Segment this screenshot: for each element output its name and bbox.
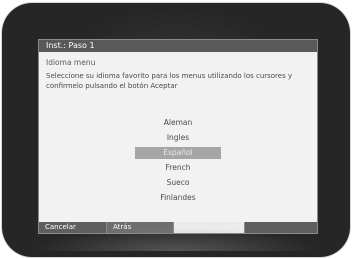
language-option-finlandes[interactable]: Finlandes [135, 192, 221, 204]
tv-screen-photo: Inst.: Paso 1 Idioma menu Seleccione su … [2, 3, 350, 257]
back-button[interactable]: Atrás [107, 222, 174, 233]
unlabeled-button-light[interactable] [174, 222, 245, 233]
language-option-aleman[interactable]: Aleman [135, 117, 221, 129]
section-title: Idioma menu [46, 58, 96, 67]
language-option-ingles[interactable]: Ingles [135, 132, 221, 144]
cancel-button[interactable]: Cancelar [39, 222, 107, 233]
language-option-sueco[interactable]: Sueco [135, 177, 221, 189]
language-option-espanol[interactable]: Español [135, 147, 221, 159]
window-title: Inst.: Paso 1 [39, 40, 317, 52]
setup-dialog: Inst.: Paso 1 Idioma menu Seleccione su … [38, 39, 318, 234]
language-list: Aleman Ingles Español French Sueco Finla… [39, 117, 317, 207]
footer-buttons: Cancelar Atrás [39, 222, 317, 233]
instructions-text: Seleccione su idioma favorito para los m… [46, 72, 293, 90]
unlabeled-button-dark[interactable] [245, 222, 317, 233]
language-option-french[interactable]: French [135, 162, 221, 174]
